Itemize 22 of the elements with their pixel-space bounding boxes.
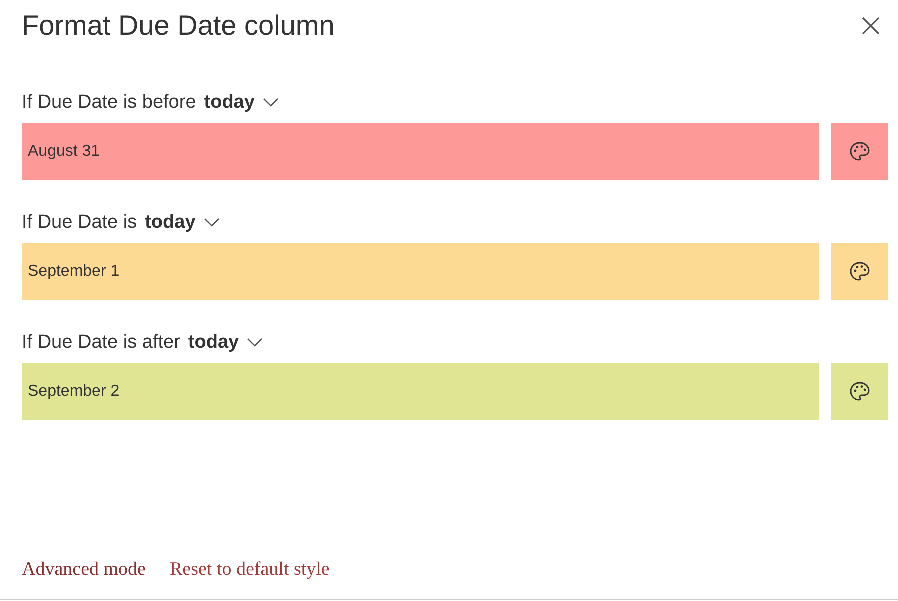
condition-dropdown[interactable]: today — [188, 332, 264, 354]
style-preview: September 2 — [22, 363, 819, 420]
condition-label: If Due Date is after — [22, 332, 180, 354]
palette-icon — [848, 380, 872, 404]
palette-icon — [848, 260, 872, 284]
style-preview: August 31 — [22, 123, 819, 180]
chevron-icon — [262, 98, 279, 108]
dialog-title: Format Due Date column — [22, 10, 335, 42]
condition-label: If Due Date is before — [22, 92, 196, 114]
condition-label: If Due Date is — [22, 212, 138, 234]
palette-button[interactable] — [831, 243, 888, 300]
palette-icon — [848, 140, 872, 164]
palette-button[interactable] — [831, 123, 888, 180]
text-link[interactable]: Advanced mode — [22, 559, 146, 581]
style-preview: September 1 — [22, 243, 819, 300]
condition-dropdown[interactable]: today — [204, 92, 279, 114]
close-icon[interactable] — [862, 17, 880, 35]
chevron-icon — [204, 218, 220, 228]
chevron-icon — [247, 338, 264, 348]
palette-button[interactable] — [831, 363, 888, 420]
condition-dropdown[interactable]: today — [145, 212, 220, 234]
text-link[interactable]: Reset to default style — [170, 559, 330, 581]
